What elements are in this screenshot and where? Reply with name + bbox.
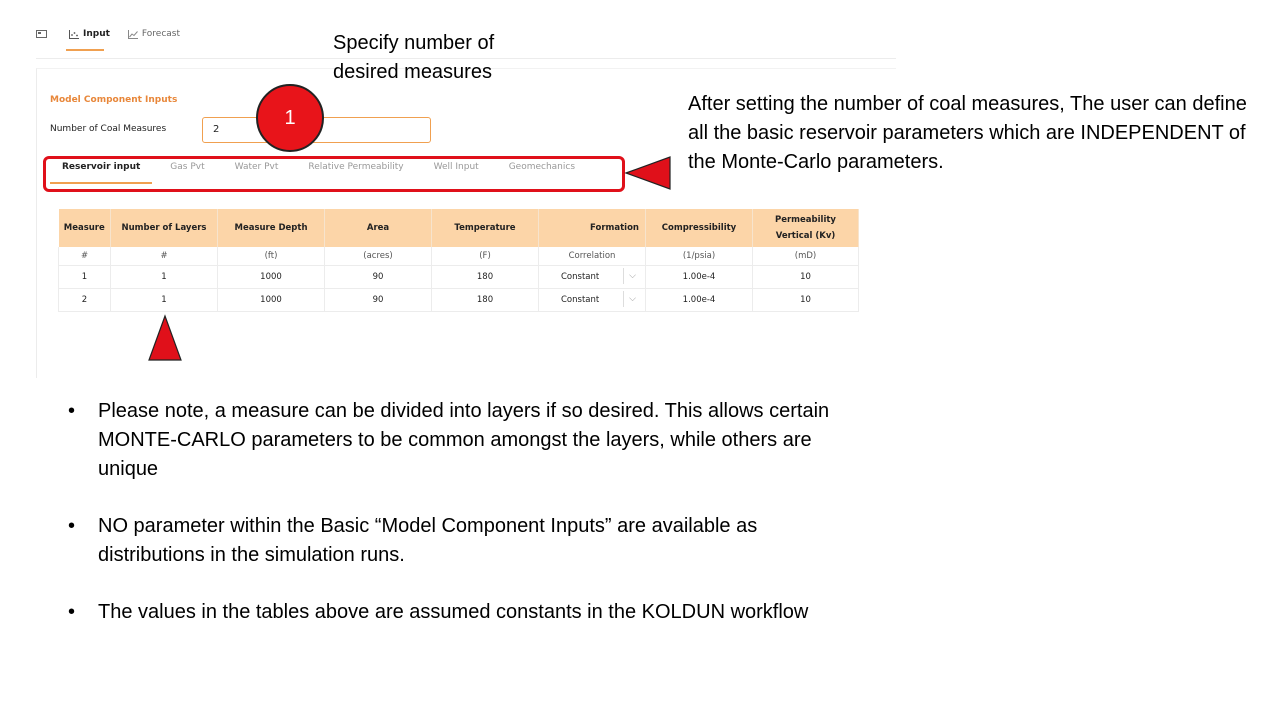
coal-measures-label: Number of Coal Measures — [50, 124, 167, 134]
arrow-left-icon — [624, 156, 671, 190]
cell-permeability[interactable]: 10 — [752, 264, 859, 289]
unit-cell: (mD) — [752, 247, 859, 266]
cell-area[interactable]: 90 — [324, 287, 432, 312]
tab-panel-toggle[interactable] — [36, 26, 51, 42]
active-tab-indicator — [66, 49, 104, 51]
notes-list: Please note, a measure can be divided in… — [68, 397, 848, 655]
col-header-temperature: Temperature — [431, 209, 539, 247]
highlight-box — [43, 156, 625, 192]
cell-depth[interactable]: 1000 — [217, 264, 325, 289]
cell-layers[interactable]: 1 — [110, 264, 218, 289]
col-header-permeability: Permeability Vertical (Kv) — [752, 209, 859, 247]
col-header-depth: Measure Depth — [217, 209, 325, 247]
cell-depth[interactable]: 1000 — [217, 287, 325, 312]
units-row: # # (ft) (acres) (F) Correlation (1/psia… — [58, 247, 859, 266]
cell-compressibility[interactable]: 1.00e-4 — [645, 287, 753, 312]
scatter-icon — [69, 29, 79, 39]
unit-cell: Correlation — [538, 247, 646, 266]
list-item: The values in the tables above are assum… — [68, 598, 848, 627]
table-header-row: Measure Number of Layers Measure Depth A… — [58, 209, 859, 247]
col-header-compressibility: Compressibility — [645, 209, 753, 247]
table-row: 1 1 1000 90 180 Constant ⌵ 1.00e-4 10 — [58, 264, 859, 289]
cell-permeability[interactable]: 10 — [752, 287, 859, 312]
col-header-formation: Formation — [538, 209, 646, 247]
step-badge: 1 — [256, 84, 324, 152]
tab-forecast-label: Forecast — [141, 29, 181, 39]
section-title: Model Component Inputs — [50, 95, 178, 105]
table-row: 2 1 1000 90 180 Constant ⌵ 1.00e-4 10 — [58, 287, 859, 312]
chevron-down-icon[interactable]: ⌵ — [623, 290, 641, 307]
arrow-up-icon — [148, 314, 182, 361]
tab-input-label: Input — [83, 29, 110, 39]
cell-area[interactable]: 90 — [324, 264, 432, 289]
unit-cell: # — [58, 247, 111, 266]
unit-cell: (F) — [431, 247, 539, 266]
list-item: Please note, a measure can be divided in… — [68, 397, 848, 484]
tab-forecast[interactable]: Forecast — [127, 26, 181, 42]
cell-measure[interactable]: 2 — [58, 287, 111, 312]
cell-layers[interactable]: 1 — [110, 287, 218, 312]
cell-formation[interactable]: Constant ⌵ — [538, 287, 646, 312]
unit-cell: (ft) — [217, 247, 325, 266]
formation-value: Constant — [561, 294, 600, 305]
chevron-down-icon[interactable]: ⌵ — [623, 267, 641, 284]
panel-icon — [36, 30, 47, 38]
annotation-after-setting: After setting the number of coal measure… — [688, 93, 1247, 173]
tab-input[interactable]: Input — [69, 26, 110, 42]
col-header-measure: Measure — [58, 209, 111, 247]
cell-temperature[interactable]: 180 — [431, 287, 539, 312]
unit-cell: # — [110, 247, 218, 266]
col-header-area: Area — [324, 209, 432, 247]
formation-select[interactable]: Constant ⌵ — [539, 267, 645, 284]
col-header-layers: Number of Layers — [110, 209, 218, 247]
reservoir-table: Measure Number of Layers Measure Depth A… — [58, 209, 859, 312]
cell-formation[interactable]: Constant ⌵ — [538, 264, 646, 289]
app-tab-bar: Input Forecast — [36, 26, 198, 42]
unit-cell: (1/psia) — [645, 247, 753, 266]
list-item: NO parameter within the Basic “Model Com… — [68, 512, 848, 570]
formation-value: Constant — [561, 271, 600, 282]
formation-select[interactable]: Constant ⌵ — [539, 290, 645, 307]
cell-measure[interactable]: 1 — [58, 264, 111, 289]
cell-compressibility[interactable]: 1.00e-4 — [645, 264, 753, 289]
line-chart-icon — [127, 29, 138, 39]
annotation-specify: Specify number of desired measures — [333, 32, 495, 83]
cell-temperature[interactable]: 180 — [431, 264, 539, 289]
unit-cell: (acres) — [324, 247, 432, 266]
